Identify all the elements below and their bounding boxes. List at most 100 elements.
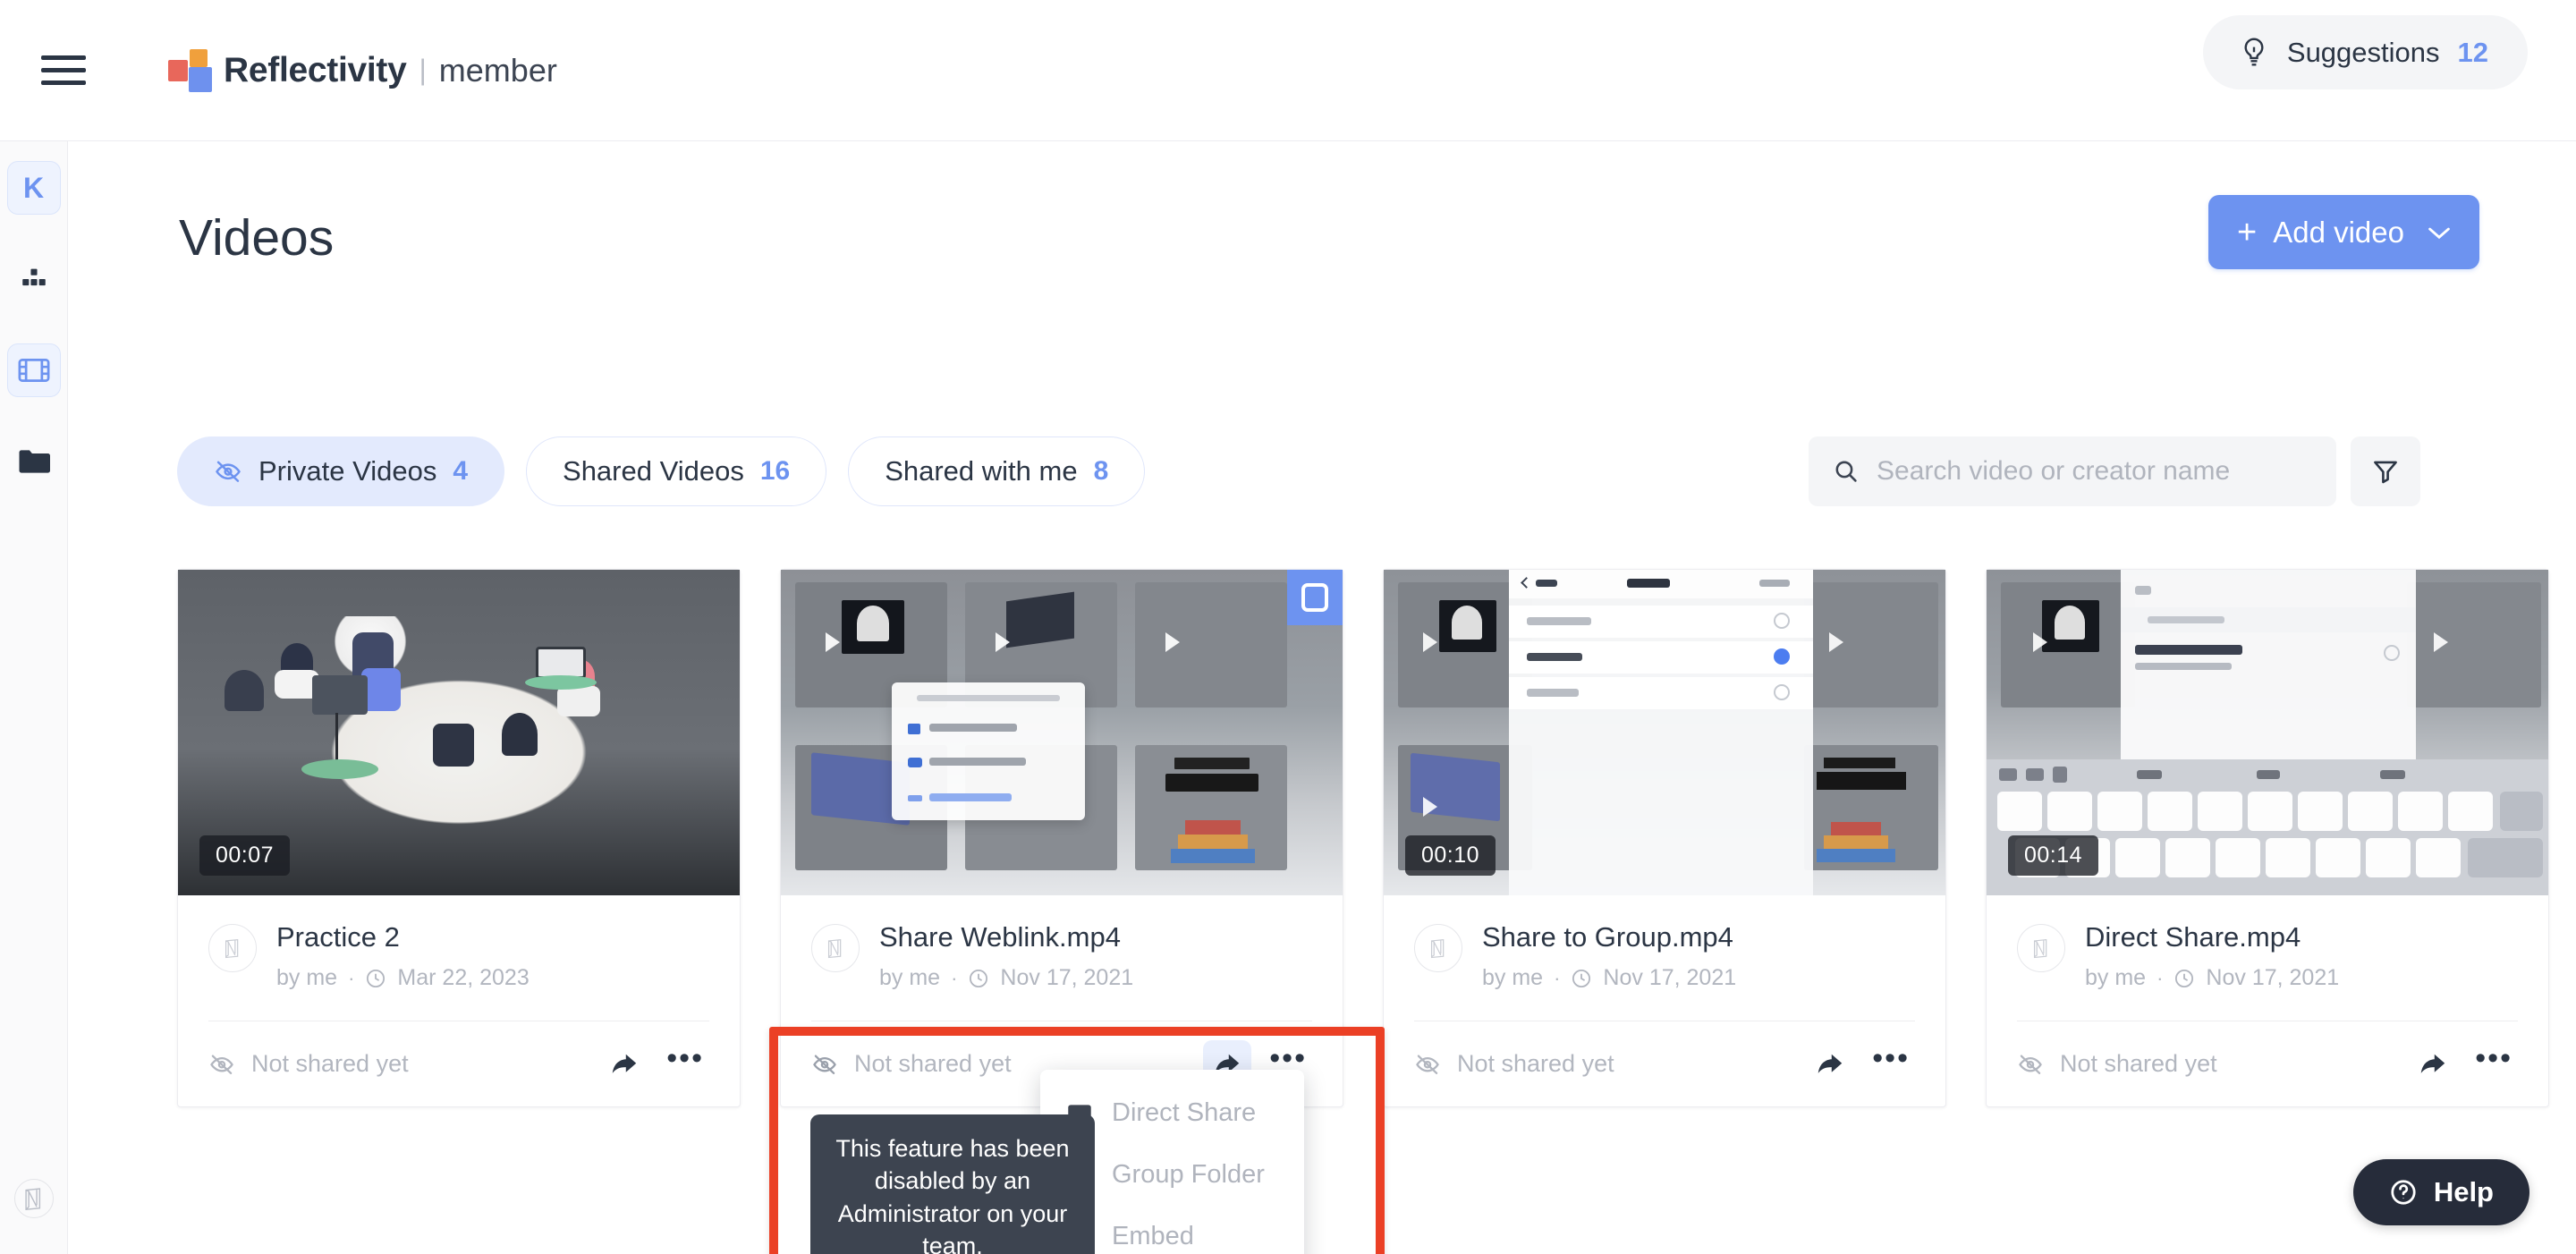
video-title[interactable]: Share to Group.mp4 bbox=[1482, 921, 1736, 953]
video-date: Nov 17, 2021 bbox=[1603, 965, 1737, 991]
video-date: Nov 17, 2021 bbox=[1000, 965, 1134, 991]
video-author: by me bbox=[1482, 965, 1544, 991]
folder-icon bbox=[18, 448, 50, 475]
lightbulb-icon bbox=[2239, 35, 2269, 71]
workspace-avatar-letter: K bbox=[22, 171, 45, 204]
page-title: Videos bbox=[179, 209, 335, 267]
tab-shared-with-me[interactable]: Shared with me 8 bbox=[848, 436, 1146, 506]
meta-separator: · bbox=[2157, 966, 2164, 989]
notion-logo-icon bbox=[14, 1179, 54, 1218]
hamburger-line bbox=[41, 68, 86, 72]
brand-logo[interactable]: Reflectivity | member bbox=[168, 48, 557, 92]
question-circle-icon bbox=[2389, 1178, 2418, 1207]
search-box[interactable] bbox=[1809, 436, 2336, 506]
video-duration-badge: 00:10 bbox=[1405, 835, 1496, 876]
share-button[interactable] bbox=[600, 1040, 648, 1089]
add-video-label: Add video bbox=[2273, 215, 2404, 249]
video-date: Mar 22, 2023 bbox=[397, 965, 530, 991]
meta-separator: · bbox=[951, 966, 958, 989]
video-card[interactable]: 00:07 Practice 2 by me · Mar 22, 2023 No… bbox=[177, 569, 741, 1107]
search-area bbox=[1809, 436, 2420, 506]
video-card-body: Direct Share.mp4 by me · Nov 17, 2021 bbox=[1987, 895, 2548, 1021]
video-date: Nov 17, 2021 bbox=[2206, 965, 2340, 991]
suggestions-button[interactable]: Suggestions 12 bbox=[2202, 15, 2528, 89]
video-card-grid: 00:07 Practice 2 by me · Mar 22, 2023 No… bbox=[177, 569, 2549, 1107]
plus-icon: + bbox=[2237, 213, 2258, 251]
hamburger-line bbox=[41, 55, 86, 60]
menu-item-label: Group Folder bbox=[1112, 1160, 1265, 1189]
video-meta: by me · Mar 22, 2023 bbox=[276, 965, 530, 991]
shared-status-label: Not shared yet bbox=[251, 1050, 409, 1077]
menu-item-label: Embed bbox=[1112, 1222, 1194, 1250]
tab-private-videos[interactable]: Private Videos 4 bbox=[177, 436, 505, 506]
sidebar-item-videos[interactable] bbox=[6, 343, 61, 397]
video-card[interactable]: Share Weblink.mp4 by me · Nov 17, 2021 N… bbox=[780, 569, 1343, 1107]
share-button[interactable] bbox=[1806, 1040, 1854, 1089]
tab-label: Shared with me bbox=[885, 455, 1078, 487]
video-meta: by me · Nov 17, 2021 bbox=[879, 965, 1133, 991]
clock-icon bbox=[1571, 968, 1592, 989]
search-input[interactable] bbox=[1877, 456, 2311, 487]
shared-status: Not shared yet bbox=[1414, 1050, 1614, 1078]
filter-icon bbox=[2372, 458, 2399, 485]
card-actions: ••• bbox=[2409, 1040, 2518, 1089]
disabled-feature-tooltip: This feature has been disabled by an Adm… bbox=[810, 1114, 1095, 1254]
hamburger-line bbox=[41, 80, 86, 85]
more-options-button[interactable]: ••• bbox=[2470, 1043, 2518, 1076]
video-author: by me bbox=[879, 965, 941, 991]
video-duration-badge: 00:07 bbox=[199, 835, 291, 876]
video-title[interactable]: Direct Share.mp4 bbox=[2085, 921, 2339, 953]
add-video-button[interactable]: + Add video bbox=[2208, 195, 2479, 269]
eye-off-icon bbox=[1414, 1054, 1441, 1075]
video-card[interactable]: 00:10 Share to Group.mp4 by me · Nov 17,… bbox=[1383, 569, 1946, 1107]
suggestions-label: Suggestions bbox=[2286, 36, 2440, 68]
video-thumbnail[interactable]: 00:10 bbox=[1384, 570, 1945, 895]
video-author: by me bbox=[276, 965, 338, 991]
share-button[interactable] bbox=[2409, 1040, 2457, 1089]
video-title[interactable]: Practice 2 bbox=[276, 921, 530, 953]
eye-off-icon bbox=[811, 1054, 838, 1075]
left-rail: K bbox=[0, 141, 68, 1254]
rail-bottom-logo[interactable] bbox=[0, 1179, 68, 1218]
video-title[interactable]: Share Weblink.mp4 bbox=[879, 921, 1133, 953]
meta-separator: · bbox=[1554, 966, 1561, 989]
menu-item-label: Direct Share bbox=[1112, 1098, 1257, 1127]
chevron-down-icon[interactable] bbox=[2428, 225, 2451, 240]
clock-icon bbox=[968, 968, 989, 989]
shared-status: Not shared yet bbox=[811, 1050, 1012, 1078]
video-duration-badge: 00:14 bbox=[2008, 835, 2099, 876]
video-thumbnail[interactable]: 00:14 bbox=[1987, 570, 2548, 895]
video-meta: by me · Nov 17, 2021 bbox=[2085, 965, 2339, 991]
more-options-button[interactable]: ••• bbox=[1867, 1043, 1915, 1076]
sidebar-item-folders[interactable] bbox=[7, 435, 61, 488]
video-author: by me bbox=[2085, 965, 2147, 991]
video-card-footer: Not shared yet ••• bbox=[208, 1021, 709, 1106]
search-icon bbox=[1834, 459, 1859, 484]
tab-label: Shared Videos bbox=[563, 455, 744, 487]
videos-film-icon bbox=[18, 357, 50, 384]
tab-count: 16 bbox=[759, 456, 791, 486]
card-actions: ••• bbox=[1806, 1040, 1915, 1089]
tab-shared-videos[interactable]: Shared Videos 16 bbox=[526, 436, 827, 506]
sidebar-item-dashboard[interactable] bbox=[7, 252, 61, 306]
eye-off-icon bbox=[2017, 1054, 2044, 1075]
video-thumbnail[interactable] bbox=[781, 570, 1343, 895]
tab-count: 8 bbox=[1093, 456, 1109, 486]
video-card[interactable]: 00:14 Direct Share.mp4 by me · Nov 17, 2… bbox=[1986, 569, 2549, 1107]
video-card-footer: Not shared yet ••• bbox=[1414, 1021, 1915, 1106]
hamburger-menu-icon[interactable] bbox=[41, 53, 86, 89]
suggestions-count: 12 bbox=[2457, 36, 2488, 68]
video-thumbnail[interactable]: 00:07 bbox=[178, 570, 740, 895]
video-meta: by me · Nov 17, 2021 bbox=[1482, 965, 1736, 991]
more-options-button[interactable]: ••• bbox=[661, 1043, 709, 1076]
help-button[interactable]: Help bbox=[2352, 1159, 2529, 1225]
dashboard-icon bbox=[19, 264, 49, 294]
filter-button[interactable] bbox=[2351, 436, 2420, 506]
tab-label: Private Videos bbox=[258, 455, 437, 487]
avatar bbox=[2017, 924, 2065, 972]
video-card-footer: Not shared yet ••• bbox=[2017, 1021, 2518, 1106]
sidebar-item-workspace-avatar[interactable]: K bbox=[6, 161, 61, 215]
brand-name: Reflectivity bbox=[224, 50, 407, 89]
shared-status-label: Not shared yet bbox=[1457, 1050, 1614, 1077]
card-select-checkbox[interactable] bbox=[1287, 570, 1343, 625]
